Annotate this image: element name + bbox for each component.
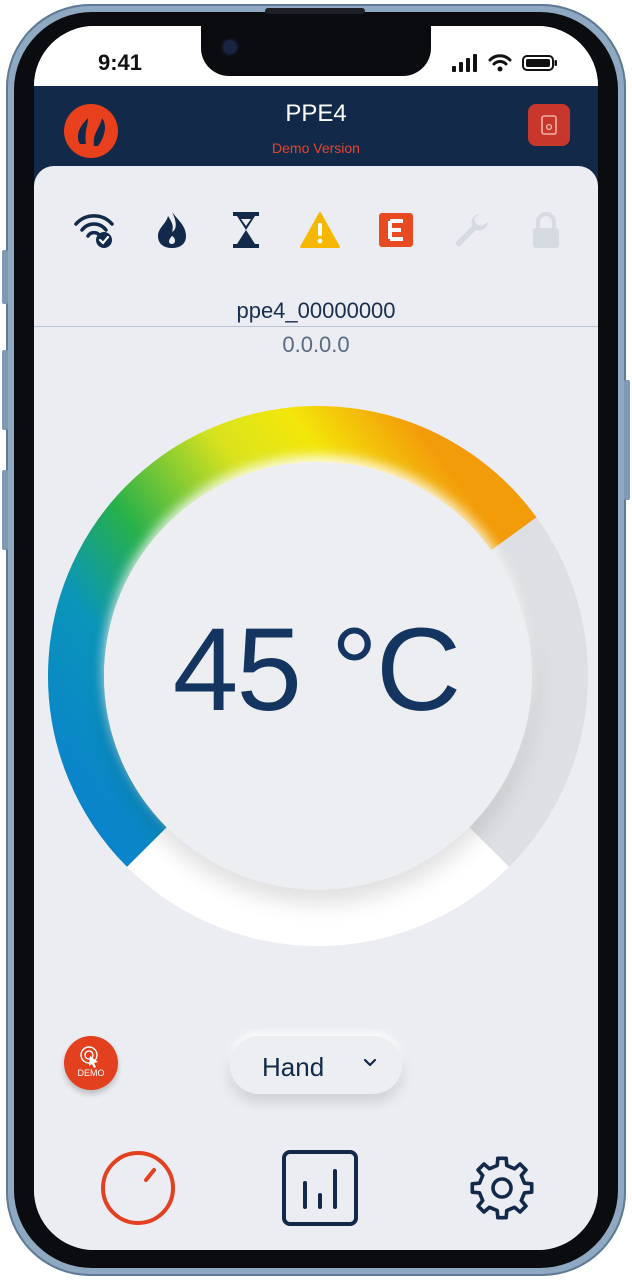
signal-icon: [452, 54, 478, 77]
error-e-icon: [372, 206, 420, 254]
device-name: ppe4_00000000: [236, 298, 396, 323]
nav-dial[interactable]: [96, 1146, 180, 1230]
volume-button: [2, 350, 8, 430]
nav-settings[interactable]: [460, 1146, 544, 1230]
divider: [34, 326, 598, 327]
status-icons: [452, 54, 558, 77]
temperature-readout: 45 °C: [172, 604, 461, 736]
demo-button[interactable]: DEMO: [64, 1036, 118, 1090]
device-ip: 0.0.0.0: [282, 332, 350, 357]
wrench-icon: [446, 206, 494, 254]
lock-icon: [522, 206, 570, 254]
app-subtitle: Demo Version: [272, 140, 360, 156]
main-card: ppe4_00000000 0.0.0.0 45 °C DEMO Hand: [34, 166, 598, 1250]
touch-icon: [80, 1046, 98, 1068]
power-button: [624, 380, 630, 500]
volume-button: [2, 250, 8, 304]
settings-icon: [470, 1156, 534, 1220]
battery-icon: [522, 54, 558, 77]
status-icon-row: [70, 206, 570, 254]
hourglass-icon: [222, 206, 270, 254]
warning-icon: [296, 206, 344, 254]
wifi-icon: [488, 54, 512, 77]
mode-dropdown[interactable]: Hand: [230, 1036, 402, 1094]
bottom-nav: [34, 1146, 598, 1236]
volume-button: [2, 470, 8, 550]
wifi-connected-icon: [70, 206, 118, 254]
flame-icon: [148, 206, 196, 254]
front-camera: [223, 40, 237, 54]
app-title: PPE4: [285, 100, 347, 127]
mode-value: Hand: [262, 1052, 325, 1082]
speaker-grill: [265, 8, 365, 14]
notch: [201, 26, 431, 76]
chart-icon: [282, 1150, 358, 1226]
screen: 9:41 PPE4 Demo Version ppe4_00000000 0.0…: [34, 26, 598, 1250]
status-time: 9:41: [98, 50, 143, 75]
demo-label: DEMO: [77, 1068, 105, 1078]
nav-chart[interactable]: [278, 1146, 362, 1230]
dial-icon: [101, 1151, 175, 1225]
chevron-down-icon: [363, 1058, 377, 1067]
device-button[interactable]: [528, 104, 570, 146]
temperature-gauge: 45 °C: [34, 406, 598, 966]
device-icon: [541, 115, 557, 135]
